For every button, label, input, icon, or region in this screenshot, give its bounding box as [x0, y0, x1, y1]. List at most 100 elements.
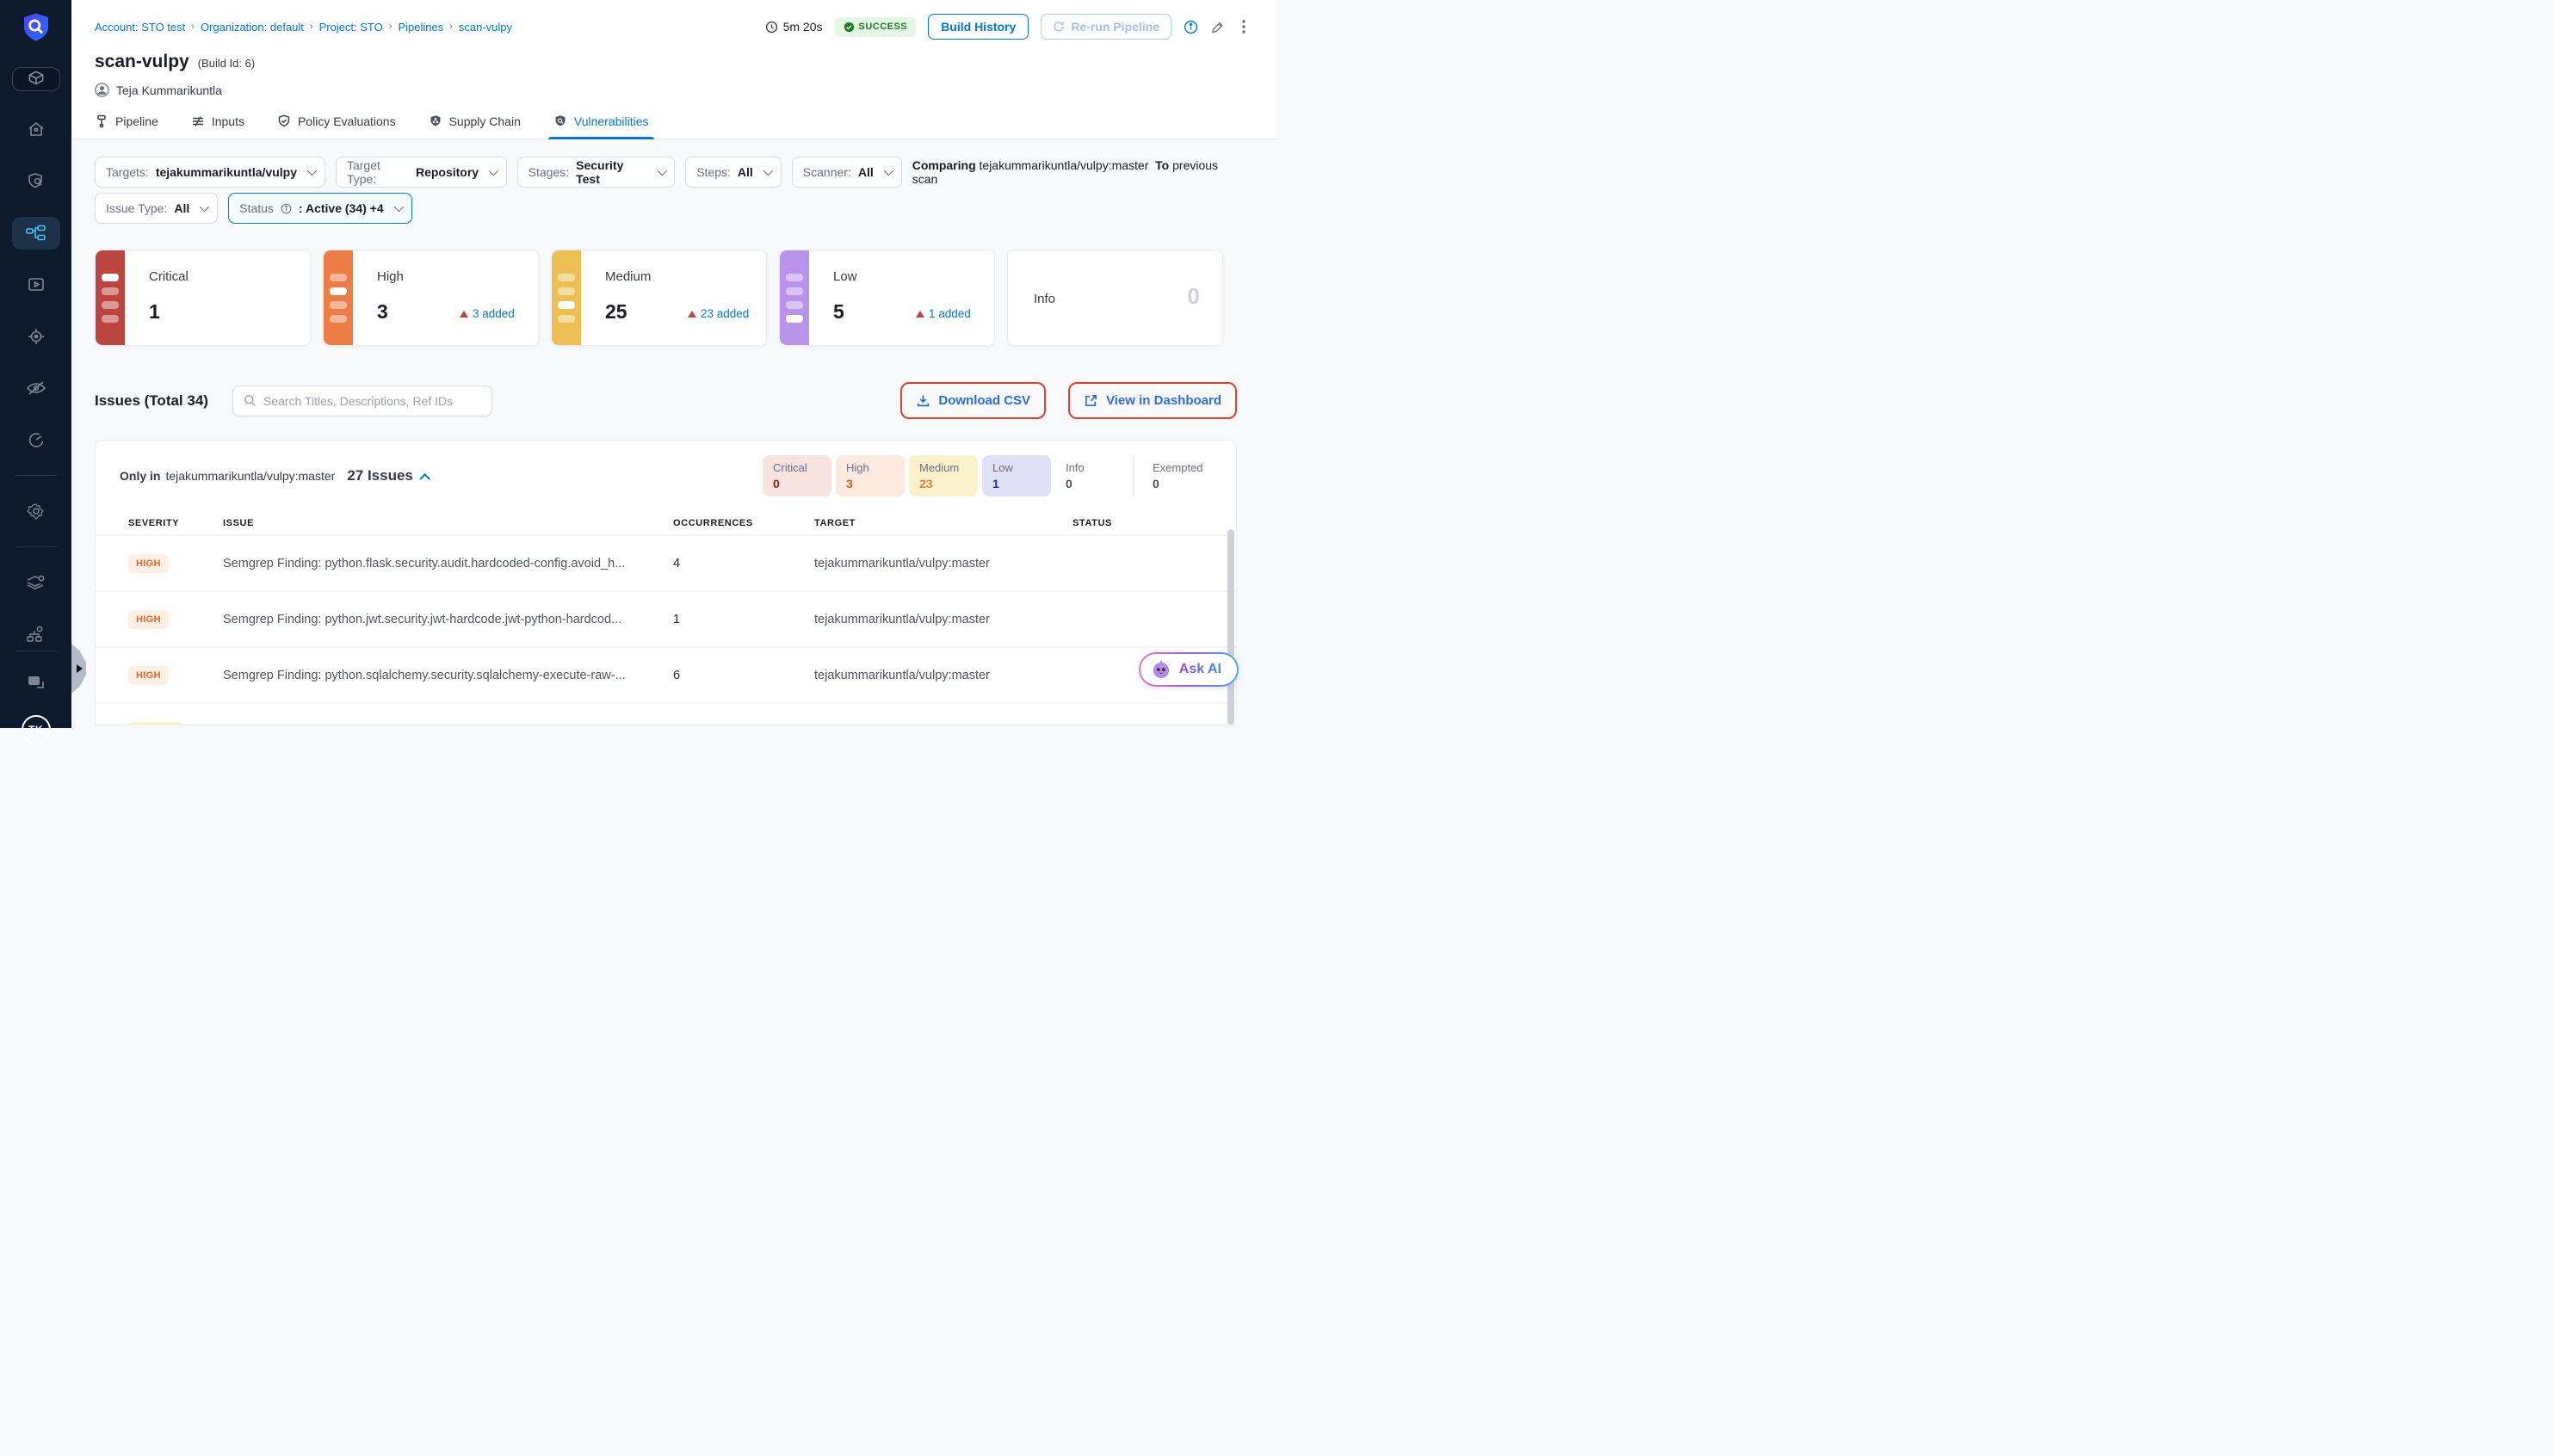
issue-target: tejakummarikuntla/vulpy:master [814, 725, 1073, 726]
added-count: 1 added [916, 307, 971, 320]
ask-ai-button[interactable]: Ask AI [1139, 652, 1239, 687]
shield-scan-tab-icon [553, 114, 567, 128]
severity-badge: HIGH [128, 666, 169, 685]
user-avatar[interactable]: TK [22, 715, 51, 744]
breadcrumb: Account: STO test › Organization: default… [95, 21, 512, 34]
rerun-pipeline-button[interactable]: Re-run Pipeline [1041, 14, 1171, 40]
issues-table: SEVERITY ISSUE OCCURRENCES TARGET STATUS… [96, 512, 1236, 725]
occurrences-count: 4 [661, 557, 814, 571]
download-icon [916, 393, 930, 408]
info-icon [281, 203, 292, 214]
severity-card-medium[interactable]: Medium 25 23 added [551, 250, 767, 346]
chevron-right-icon: › [191, 22, 195, 32]
breadcrumb-current[interactable]: scan-vulpy [459, 21, 512, 34]
severity-pill-summary: Critical0 High3 Medium23 Low1 Info0 Exem… [758, 455, 1212, 497]
filter-stages[interactable]: Stages: Security Test [517, 157, 676, 188]
table-row[interactable]: HIGH Semgrep Finding: python.jwt.securit… [96, 590, 1236, 646]
edit-pipeline-button[interactable] [1210, 20, 1225, 34]
breadcrumb-pipelines[interactable]: Pipelines [398, 21, 443, 34]
filter-status[interactable]: Status : Active (34) +4 [228, 193, 411, 224]
pill-high: High3 [836, 455, 905, 497]
breadcrumb-project[interactable]: Project: STO [319, 21, 383, 34]
table-row[interactable]: MEDIUM Avoid using debug=True... 4 tejak… [96, 702, 1236, 725]
more-options-button[interactable] [1237, 19, 1251, 34]
sidebar-item-infrastructure[interactable] [12, 618, 60, 651]
sidebar-item-pipelines[interactable] [12, 217, 60, 250]
filter-scanner[interactable]: Scanner: All [792, 157, 902, 188]
status-badge: SUCCESS [835, 17, 917, 37]
sidebar-item-help[interactable]: ? [12, 667, 60, 700]
issues-total-title: Issues (Total 34) [95, 392, 208, 410]
severity-card-low[interactable]: Low 5 1 added [779, 250, 995, 346]
chevron-right-icon: › [389, 22, 393, 32]
download-csv-button[interactable]: Download CSV [900, 382, 1046, 419]
chevron-down-icon [200, 202, 209, 212]
sidebar-item-executions[interactable] [12, 268, 60, 301]
table-scrollbar[interactable] [1227, 529, 1234, 725]
tab-pipeline[interactable]: Pipeline [95, 114, 158, 139]
triangle-up-icon [916, 311, 924, 318]
tab-vulnerabilities[interactable]: Vulnerabilities [553, 114, 649, 139]
search-input[interactable] [263, 394, 481, 408]
sto-shield-logo-icon[interactable] [18, 10, 54, 46]
chevron-down-icon [883, 166, 893, 176]
filter-steps[interactable]: Steps: All [685, 157, 782, 188]
build-history-button[interactable]: Build History [928, 14, 1029, 40]
issue-title: Avoid using debug=True... [223, 725, 661, 726]
sidebar-item-overview[interactable] [12, 165, 60, 198]
severity-badge: MEDIUM [128, 722, 183, 726]
sidebar-item-home[interactable] [12, 114, 60, 146]
tab-inputs[interactable]: Inputs [191, 114, 244, 139]
low-severity-strip-icon [780, 250, 809, 345]
module-switcher-button[interactable] [12, 67, 60, 91]
pipelines-icon [25, 224, 47, 243]
sidebar-item-environments[interactable] [12, 566, 60, 599]
shield-nodes-icon [429, 114, 442, 128]
table-row[interactable]: HIGH Semgrep Finding: python.sqlalchemy.… [96, 646, 1236, 702]
triangle-up-icon [460, 311, 468, 318]
breadcrumb-account[interactable]: Account: STO test [95, 21, 185, 34]
tab-policy-evaluations[interactable]: Policy Evaluations [277, 114, 396, 139]
filter-targets[interactable]: Targets: tejakummarikuntla/vulpy [95, 157, 325, 188]
sidebar-divider [15, 475, 58, 476]
kebab-menu-icon [1237, 19, 1251, 34]
expand-arrow-icon [77, 664, 83, 673]
svg-text:?: ? [31, 676, 36, 685]
occurrences-count: 6 [661, 669, 814, 682]
inputs-tab-icon [191, 114, 205, 128]
table-row[interactable]: HIGH Semgrep Finding: python.flask.secur… [96, 534, 1236, 590]
table-header: SEVERITY ISSUE OCCURRENCES TARGET STATUS [96, 512, 1236, 534]
package-box-icon [25, 68, 47, 90]
added-count: 3 added [460, 307, 515, 320]
breadcrumb-organization[interactable]: Organization: default [201, 21, 304, 34]
view-in-dashboard-button[interactable]: View in Dashboard [1068, 382, 1237, 419]
issues-panel: Only in tejakummarikuntla/vulpy:master 2… [95, 440, 1237, 725]
collapse-group-chevron-icon[interactable] [419, 472, 430, 484]
gauge-icon [26, 429, 46, 450]
sidebar-item-settings[interactable] [12, 495, 60, 527]
home-icon [26, 120, 46, 140]
tab-bar: Pipeline Inputs Policy Evaluations Suppl… [95, 114, 1276, 139]
severity-card-info[interactable]: Info 0 [1007, 250, 1223, 346]
filter-issue-type[interactable]: Issue Type: All [95, 193, 218, 224]
severity-card-critical[interactable]: Critical 1 [95, 250, 311, 346]
build-duration: 5m 20s [765, 20, 823, 34]
sidebar-item-test-targets[interactable] [12, 320, 60, 353]
issues-search[interactable] [232, 386, 492, 416]
issue-title: Semgrep Finding: python.flask.security.a… [223, 557, 661, 571]
filter-target-type[interactable]: Target Type: Repository [336, 157, 507, 188]
severity-card-high[interactable]: High 3 3 added [323, 250, 539, 346]
medium-severity-strip-icon [552, 250, 581, 345]
chevron-down-icon [393, 202, 403, 212]
ai-bot-icon [1151, 659, 1171, 680]
sidebar-item-getting-started[interactable] [12, 423, 60, 456]
issues-group-header: Only in tejakummarikuntla/vulpy:master [120, 469, 335, 483]
occurrences-count: 1 [661, 613, 814, 626]
shield-check-icon [277, 114, 291, 128]
severity-summary-cards: Critical 1 High 3 3 added Medium 25 23 a… [95, 250, 1237, 346]
clock-icon [765, 21, 778, 34]
sidebar-item-baselines[interactable] [12, 372, 60, 404]
critical-severity-strip-icon [96, 250, 125, 345]
info-icon[interactable] [1184, 20, 1198, 34]
tab-supply-chain[interactable]: Supply Chain [429, 114, 521, 139]
